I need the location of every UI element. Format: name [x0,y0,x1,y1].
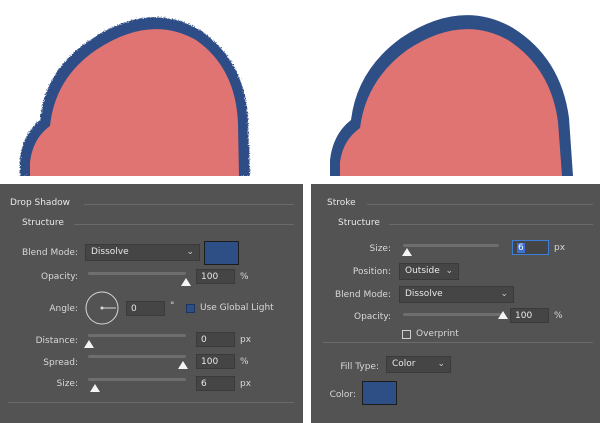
stroke-opacity-label: Opacity: [354,312,391,322]
fill-type-value: Color [392,359,416,369]
stroke-blend-mode-label: Blend Mode: [334,290,391,300]
section-title: Structure [338,218,380,228]
size-label: Size: [56,379,78,389]
angle-label: Angle: [49,304,78,314]
opacity-label: Opacity: [41,272,78,282]
spread-label: Spread: [43,358,78,368]
stroke-opacity-input[interactable]: 100 [510,308,549,323]
divider [323,342,593,343]
divider [74,224,294,225]
opacity-slider-thumb[interactable] [181,278,191,286]
preview-dissolve [0,0,300,176]
position-dropdown[interactable]: Outside ⌄ [399,263,459,280]
size-slider-thumb[interactable] [90,384,100,392]
spread-slider[interactable] [88,355,186,358]
stroke-color-swatch[interactable] [362,381,397,405]
shadow-color-swatch[interactable] [204,241,239,265]
chevron-down-icon: ⌄ [500,289,508,299]
section-title: Structure [22,218,64,228]
blend-mode-label: Blend Mode: [21,248,78,258]
divider [389,224,593,225]
color-label: Color: [329,390,356,400]
opacity-input[interactable]: 100 [196,269,235,284]
spread-slider-thumb[interactable] [178,361,188,369]
spread-unit: % [240,357,249,367]
angle-input[interactable]: 0 [126,301,165,316]
fill-type-dropdown[interactable]: Color ⌄ [386,356,451,373]
angle-dial[interactable] [84,290,120,326]
chevron-down-icon: ⌄ [445,266,453,276]
distance-label: Distance: [35,336,78,346]
stroke-opacity-slider-thumb[interactable] [498,311,508,319]
size-unit: px [240,379,252,389]
stroke-size-value: 6 [517,243,525,253]
stroke-blend-mode-dropdown[interactable]: Dissolve ⌄ [399,286,514,303]
chevron-down-icon: ⌄ [186,247,194,257]
stroke-panel: Stroke Structure Size: 6 px Position: Ou… [311,184,600,423]
distance-input[interactable]: 0 [196,332,235,347]
blend-mode-dropdown[interactable]: Dissolve ⌄ [85,244,200,261]
preview-stroke [303,0,600,176]
panel-title: Stroke [327,198,356,208]
overprint-checkbox[interactable] [402,330,411,339]
position-value: Outside [405,266,440,276]
stroke-size-slider[interactable] [403,244,499,247]
stroke-size-label: Size: [369,244,391,254]
distance-unit: px [240,335,252,345]
opacity-unit: % [240,272,249,282]
divider [367,204,593,205]
overprint-label: Overprint [416,329,459,339]
blend-mode-value: Dissolve [91,247,129,257]
blob-shape-smooth [330,15,573,176]
size-slider[interactable] [88,378,186,381]
global-light-label: Use Global Light [200,303,274,313]
size-input[interactable]: 6 [196,376,235,391]
stroke-blend-mode-value: Dissolve [405,289,443,299]
divider [84,204,294,205]
stroke-opacity-unit: % [554,311,563,321]
stroke-opacity-slider[interactable] [403,313,503,316]
drop-shadow-panel: Drop Shadow Structure Blend Mode: Dissol… [0,184,303,423]
divider [8,402,294,403]
stroke-size-slider-thumb[interactable] [402,248,412,256]
distance-slider[interactable] [88,334,186,337]
stroke-size-unit: px [554,243,566,253]
position-label: Position: [352,267,391,277]
angle-unit: ° [170,301,175,311]
global-light-checkbox[interactable] [186,304,195,313]
panel-gap [303,184,311,423]
blob-shape-jagged [20,17,250,176]
chevron-down-icon: ⌄ [437,359,445,369]
fill-type-label: Fill Type: [340,362,379,372]
opacity-slider[interactable] [88,272,186,275]
panel-title: Drop Shadow [10,198,71,208]
spread-input[interactable]: 100 [196,354,235,369]
stroke-size-input[interactable]: 6 [512,240,549,255]
distance-slider-thumb[interactable] [84,340,94,348]
